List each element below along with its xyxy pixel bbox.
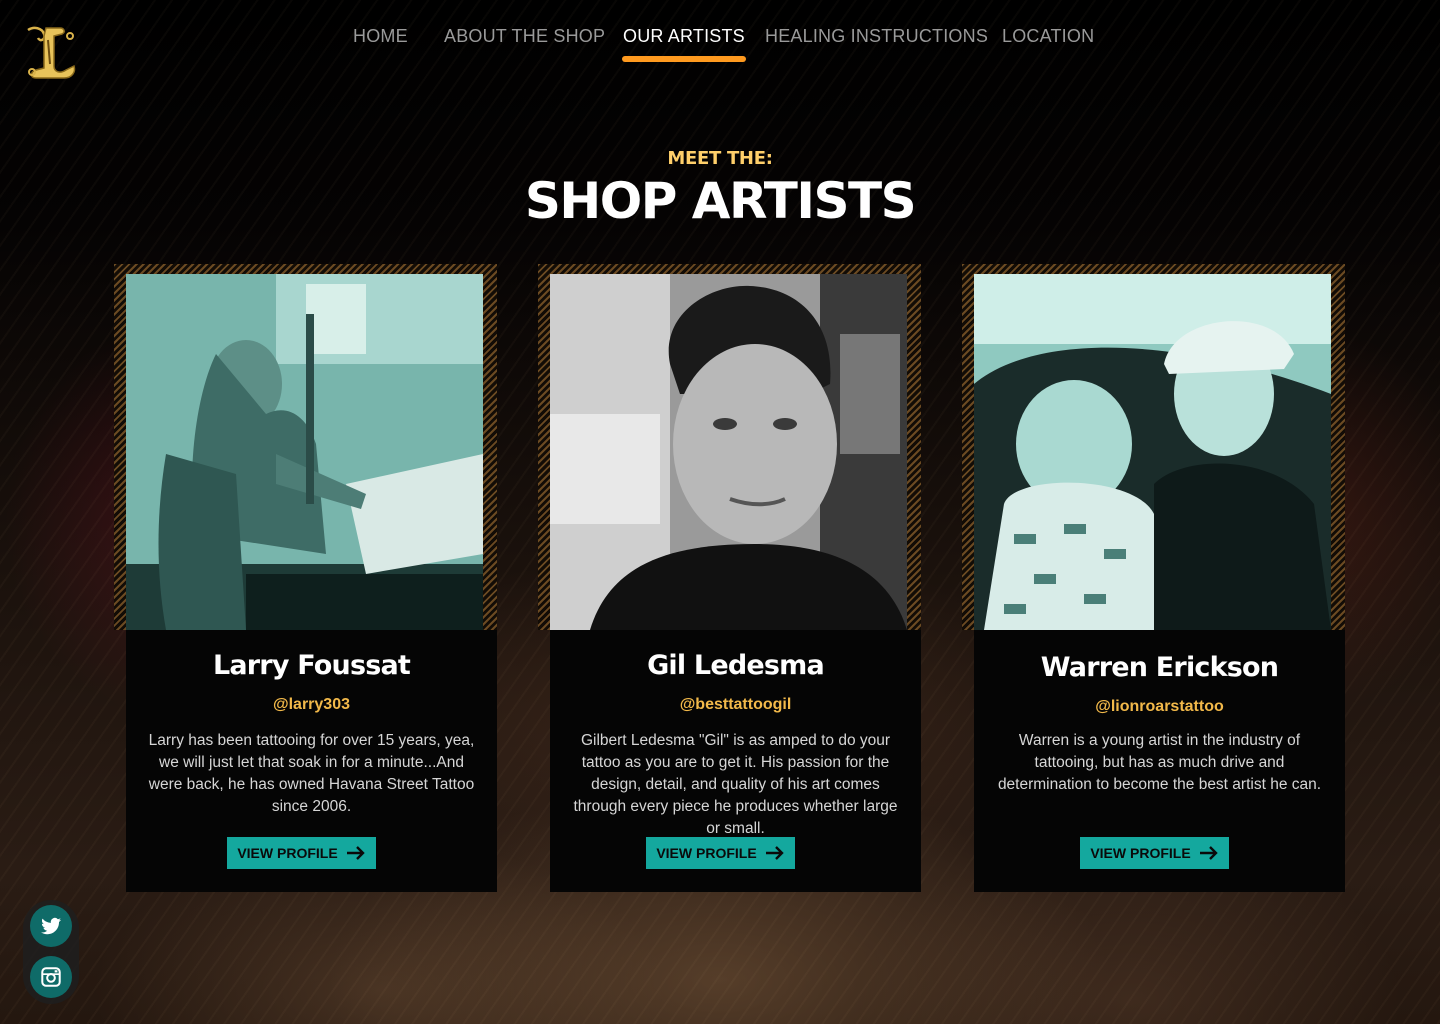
view-profile-button[interactable]: VIEW PROFILE: [646, 837, 795, 869]
artist-bio: Larry has been tattooing for over 15 yea…: [148, 732, 475, 815]
artist-card-body: Larry Foussat @larry303 Larry has been t…: [126, 630, 497, 892]
twitter-icon: [41, 917, 61, 935]
arrow-right-icon: [765, 846, 784, 860]
social-links: [23, 900, 79, 1004]
nav-home[interactable]: HOME: [353, 26, 408, 47]
section-title: SHOP ARTISTS: [524, 172, 917, 230]
view-profile-label: VIEW PROFILE: [1090, 845, 1191, 861]
view-profile-button[interactable]: VIEW PROFILE: [1080, 837, 1229, 869]
twitter-button[interactable]: [30, 905, 72, 947]
nav-about-the-shop[interactable]: ABOUT THE SHOP: [444, 26, 605, 47]
nav-our-artists[interactable]: OUR ARTISTS: [622, 26, 746, 62]
artist-handle[interactable]: @lionroarstattoo: [974, 698, 1345, 716]
artist-handle[interactable]: @besttattoogil: [550, 696, 921, 714]
main-nav: HOME ABOUT THE SHOP OUR ARTISTS HEALING …: [0, 26, 1440, 66]
artist-card-body: Warren Erickson @lionroarstattoo Warren …: [974, 630, 1345, 892]
active-nav-indicator: [622, 56, 746, 62]
artist-photo: [126, 274, 483, 630]
arrow-right-icon: [346, 846, 365, 860]
artist-card: Warren Erickson @lionroarstattoo Warren …: [962, 264, 1345, 892]
artist-photo: [550, 274, 907, 630]
view-profile-label: VIEW PROFILE: [656, 845, 757, 861]
nav-our-artists-label: OUR ARTISTS: [623, 26, 745, 46]
artist-card: Gil Ledesma @besttattoogil Gilbert Ledes…: [538, 264, 921, 892]
artist-photo: [974, 274, 1331, 630]
arrow-right-icon: [1199, 846, 1218, 860]
artist-name: Larry Foussat: [212, 650, 411, 681]
artist-bio: Warren is a young artist in the industry…: [997, 732, 1322, 793]
artist-card: Larry Foussat @larry303 Larry has been t…: [114, 264, 497, 892]
instagram-button[interactable]: [30, 956, 72, 998]
artist-bio: Gilbert Ledesma "Gil" is as amped to do …: [573, 732, 898, 837]
artist-handle[interactable]: @larry303: [126, 696, 497, 714]
view-profile-label: VIEW PROFILE: [237, 845, 338, 861]
artist-card-body: Gil Ledesma @besttattoogil Gilbert Ledes…: [550, 630, 921, 892]
section-kicker: MEET THE:: [667, 148, 773, 169]
view-profile-button[interactable]: VIEW PROFILE: [227, 837, 376, 869]
artist-name: Gil Ledesma: [647, 650, 825, 681]
nav-location[interactable]: LOCATION: [1002, 26, 1094, 47]
artist-name: Warren Erickson: [1040, 652, 1279, 683]
instagram-icon: [41, 967, 61, 987]
nav-healing-instructions[interactable]: HEALING INSTRUCTIONS: [765, 26, 988, 47]
